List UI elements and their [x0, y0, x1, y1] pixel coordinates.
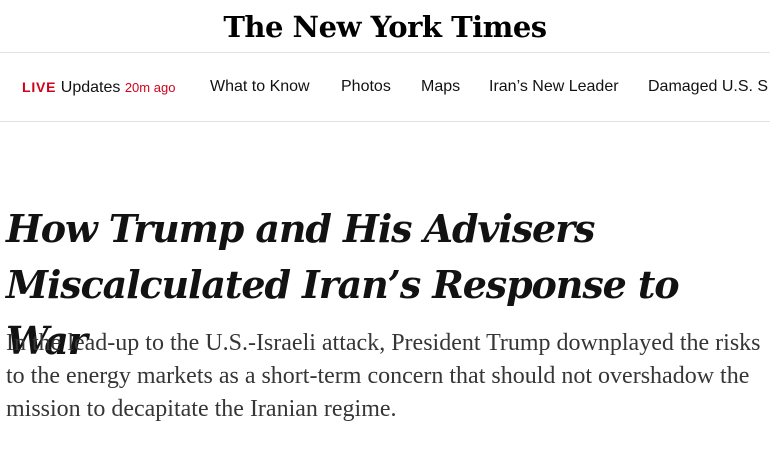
headline-line-1: How Trump and His Advisers: [6, 206, 595, 251]
nyt-logo[interactable]: The New York Times: [223, 10, 547, 44]
live-coverage-nav: LIVE Updates 20m ago What to Know Photos…: [0, 53, 770, 121]
nav-item-what-to-know[interactable]: What to Know: [210, 78, 310, 96]
nav-item-photos[interactable]: Photos: [341, 78, 391, 96]
updated-timestamp: 20m ago: [124, 80, 176, 95]
masthead: The New York Times: [0, 0, 770, 52]
article-summary: In the lead-up to the U.S.-Israeli attac…: [6, 330, 761, 422]
nav-item-live-updates[interactable]: LIVE Updates 20m ago: [22, 78, 175, 97]
nav-item-damaged-us[interactable]: Damaged U.S. S: [648, 78, 768, 96]
nav-item-irans-new-leader[interactable]: Iran’s New Leader: [489, 78, 619, 96]
nav-item-maps[interactable]: Maps: [421, 78, 460, 96]
nav-divider: [0, 121, 770, 122]
updates-label: Updates: [60, 79, 121, 96]
live-badge: LIVE: [22, 79, 57, 95]
